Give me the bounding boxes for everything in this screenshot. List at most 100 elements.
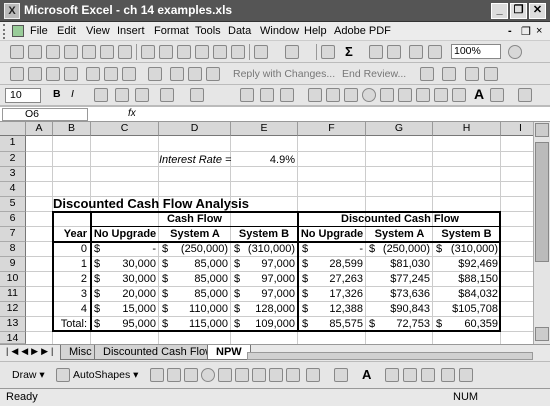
bold-button[interactable]: B [53,88,61,100]
value-cell-c[interactable]: 30,000 [100,271,156,287]
save-icon[interactable] [46,45,60,59]
excel-app-icon[interactable]: X [4,3,20,19]
value-cell-f[interactable]: - [308,241,363,257]
end-review-button[interactable]: End Review... [342,68,406,80]
picture-icon[interactable] [286,368,300,382]
value-cell-h[interactable]: $88,150 [442,271,498,287]
decrease-decimal-icon[interactable] [135,88,149,102]
column-header-c[interactable]: C [91,122,159,136]
workbook-icon[interactable] [12,25,24,37]
line-icon[interactable] [150,368,164,382]
autosum-icon[interactable]: Σ [345,44,353,59]
scroll-thumb[interactable] [535,142,549,262]
formula-input[interactable] [146,108,546,121]
fill-color-draw-icon[interactable] [306,368,320,382]
redo-icon[interactable] [285,45,299,59]
maximize-button[interactable]: ❐ [510,3,527,19]
open-icon[interactable] [28,45,42,59]
clip-art-icon[interactable] [269,368,283,382]
wordart-icon[interactable] [235,368,249,382]
format-painter-icon[interactable] [231,45,245,59]
zoom-select[interactable]: 100% [451,44,501,59]
minimize-button[interactable]: _ [491,3,508,19]
print-icon[interactable] [100,45,114,59]
chart-icon[interactable] [484,67,498,81]
autoshapes-menu[interactable]: AutoShapes ▾ [73,369,138,381]
value-cell-g[interactable]: $81,030 [375,256,430,272]
scroll-up-button[interactable] [535,123,549,137]
forms-icon[interactable] [442,67,456,81]
value-cell-d[interactable]: 85,000 [168,271,228,287]
toolbar-grip[interactable] [3,24,9,39]
permission-icon[interactable] [64,45,78,59]
year-cell[interactable]: 2 [53,271,87,287]
font-size-select[interactable]: 10 [5,88,41,103]
comment-icon[interactable] [10,67,24,81]
value-cell-e[interactable]: (310,000) [240,241,295,257]
scroll-bar-icon[interactable] [434,88,448,102]
value-cell-f[interactable]: 28,599 [308,256,363,272]
total-label[interactable]: Total: [53,316,87,332]
tab-scroll-buttons[interactable]: |◀◀▶▶| [6,346,56,357]
header-cash-flow[interactable]: Cash Flow [92,211,297,227]
doc-restore-button[interactable]: ❐ [521,25,531,38]
menu-adobe-pdf[interactable]: Adobe PDF [334,25,391,37]
textbox-control-icon[interactable] [326,88,340,102]
row-header[interactable]: 7 [0,227,26,242]
signature-icon[interactable] [465,67,479,81]
value-cell-d[interactable]: 85,000 [168,256,228,272]
next-comment-icon[interactable] [64,67,78,81]
text-box-icon[interactable] [218,368,232,382]
row-header[interactable]: 2 [0,152,26,167]
header-system-b-dcf[interactable]: System B [433,226,500,242]
tab-npw[interactable]: NPW [207,345,251,360]
row-header[interactable]: 14 [0,332,26,344]
year-cell[interactable]: 1 [53,256,87,272]
ink-icon[interactable] [148,67,162,81]
value-cell-c[interactable]: - [100,241,156,257]
column-header-h[interactable]: H [433,122,501,136]
value-cell-h[interactable]: (310,000) [442,241,498,257]
row-header[interactable]: 13 [0,317,26,332]
table-title[interactable]: Discounted Cash Flow Analysis [53,196,249,212]
row-header[interactable]: 11 [0,287,26,302]
spin-button-icon[interactable] [452,88,466,102]
value-cell-c[interactable]: 15,000 [100,301,156,317]
spelling-icon[interactable] [141,45,155,59]
help-icon[interactable] [508,45,522,59]
sort-ascending-icon[interactable] [369,45,383,59]
track-changes-icon[interactable] [170,67,184,81]
diagram-icon[interactable] [252,368,266,382]
value-cell-h[interactable]: $84,032 [442,286,498,302]
row-header[interactable]: 5 [0,197,26,212]
checkbox-control-icon[interactable] [308,88,322,102]
drawing-tool-icon[interactable] [240,88,254,102]
label-control-icon[interactable]: A [474,86,484,102]
close-button[interactable]: ✕ [529,3,546,19]
borders-icon[interactable] [160,88,174,102]
paste-icon[interactable] [213,45,227,59]
new-icon[interactable] [10,45,24,59]
select-all-corner[interactable] [0,122,26,136]
menu-file[interactable]: File [30,25,48,37]
increase-decimal-icon[interactable] [115,88,129,102]
menu-view[interactable]: View [86,25,110,37]
row-header[interactable]: 6 [0,212,26,227]
print-preview-icon[interactable] [118,45,132,59]
column-header-g[interactable]: G [366,122,433,136]
row-header[interactable]: 1 [0,136,26,152]
hyperlink-icon[interactable] [321,45,335,59]
image-control-icon[interactable] [490,88,504,102]
value-cell-g[interactable]: (250,000) [375,241,430,257]
column-header-f[interactable]: F [298,122,366,136]
font-color-icon[interactable]: A [362,367,371,382]
undo-icon[interactable] [254,45,268,59]
total-e[interactable]: 109,000 [240,316,295,332]
toggle-button-icon[interactable] [416,88,430,102]
italic-button[interactable]: I [71,88,74,100]
total-c[interactable]: 95,000 [100,316,156,332]
combo-box-icon[interactable] [398,88,412,102]
row-header[interactable]: 10 [0,272,26,287]
sort-descending-icon[interactable] [387,45,401,59]
year-cell[interactable]: 3 [53,286,87,302]
